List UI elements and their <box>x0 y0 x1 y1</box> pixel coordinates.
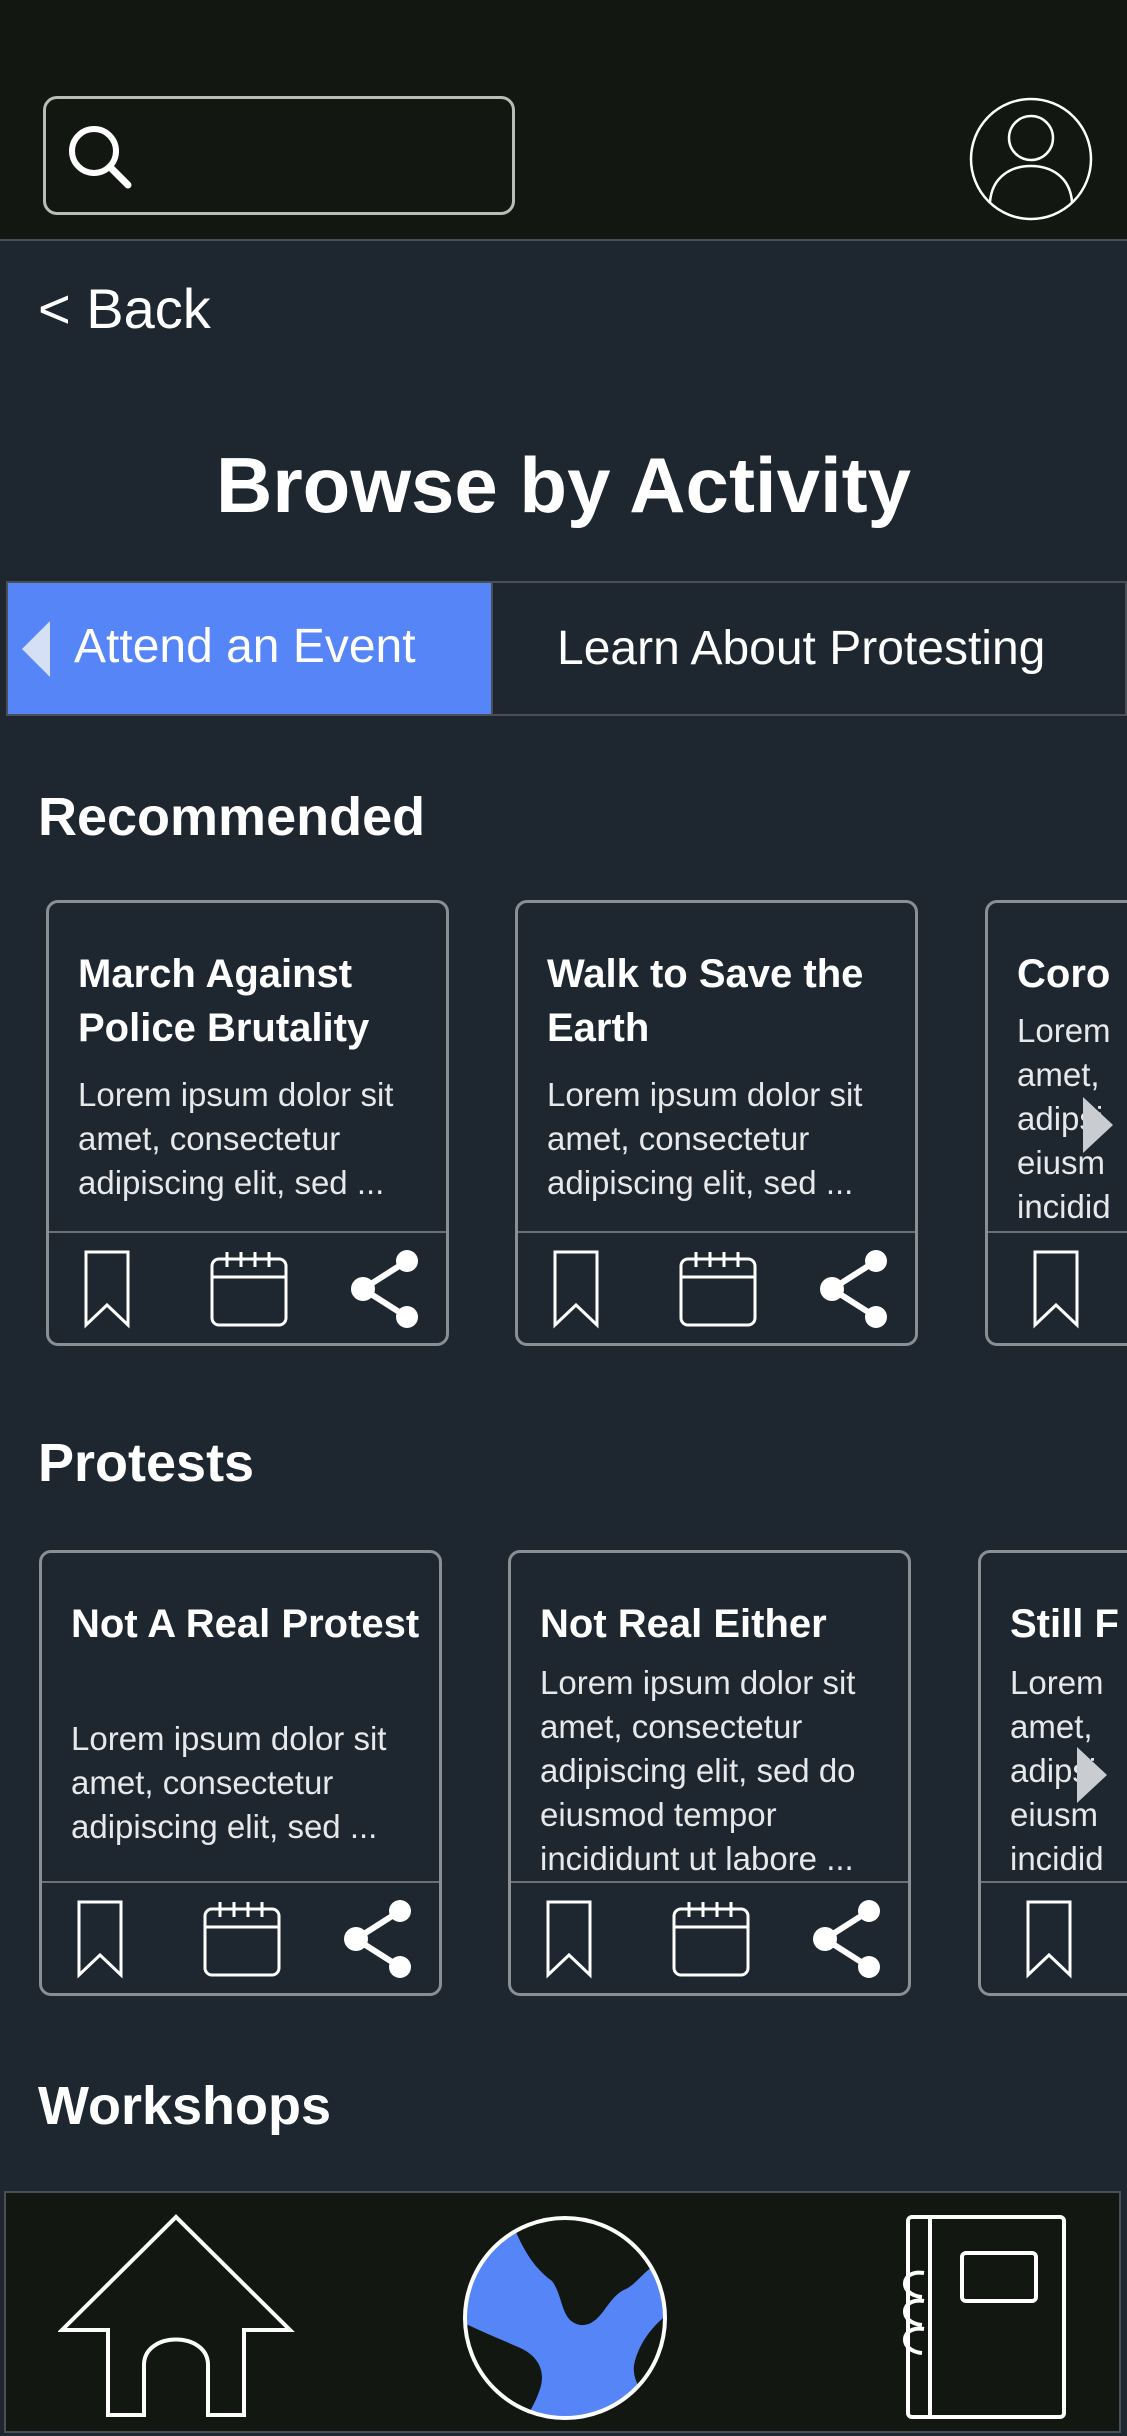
tab-learn-protesting[interactable]: Learn About Protesting <box>491 583 1127 714</box>
protest-card[interactable]: Not A Real Protest Lorem ipsum dolor sit… <box>39 1550 442 1996</box>
top-bar <box>0 0 1127 241</box>
section-heading-recommended: Recommended <box>38 787 426 847</box>
recommended-row: March Against Police Brutality Lorem ips… <box>0 900 1127 1352</box>
share-icon[interactable] <box>811 1899 883 1979</box>
card-title: Not A Real Protest <box>71 1602 420 1646</box>
chevron-right-icon[interactable] <box>1083 1097 1113 1153</box>
page-title: Browse by Activity <box>216 441 911 529</box>
activity-tabs: Attend an Event Learn About Protesting <box>6 581 1127 716</box>
card-description: Lorem ipsum dolor sit amet, consectetur … <box>547 1076 863 1201</box>
bookmark-icon[interactable] <box>1025 1899 1073 1979</box>
event-card[interactable]: March Against Police Brutality Lorem ips… <box>46 900 449 1346</box>
bookmark-icon[interactable] <box>545 1899 593 1979</box>
calendar-icon[interactable] <box>202 1899 282 1979</box>
event-card[interactable]: Walk to Save the Earth Lorem ipsum dolor… <box>515 900 918 1346</box>
section-heading-workshops: Workshops <box>38 2076 332 2136</box>
tab-label: Learn About Protesting <box>557 622 1046 675</box>
card-title: March Against Police Brutality <box>78 952 370 1050</box>
card-description: Lorem ipsum dolor sit amet, consectetur … <box>540 1664 856 1877</box>
protest-card[interactable]: Not Real Either Lorem ipsum dolor sit am… <box>508 1550 911 1996</box>
tab-label: Attend an Event <box>74 620 416 673</box>
card-actions <box>511 1881 908 1993</box>
card-title: Not Real Either <box>540 1602 827 1646</box>
search-input[interactable] <box>146 119 496 195</box>
search-icon <box>69 126 132 189</box>
back-link[interactable]: < Back <box>38 276 211 341</box>
share-icon[interactable] <box>818 1249 890 1329</box>
user-profile-icon[interactable] <box>968 96 1094 222</box>
bookmark-icon[interactable] <box>552 1249 600 1329</box>
calendar-icon[interactable] <box>678 1249 758 1329</box>
card-actions <box>518 1231 915 1343</box>
card-actions <box>981 1881 1127 1993</box>
notebook-icon[interactable] <box>882 2213 1070 2421</box>
chevron-right-icon[interactable] <box>1077 1747 1107 1803</box>
chevron-left-icon[interactable] <box>22 621 50 677</box>
card-description: Lorem ipsum dolor sit amet, consectetur … <box>78 1076 394 1201</box>
card-title: Coro <box>1017 952 1111 996</box>
bottom-nav <box>4 2191 1121 2433</box>
bookmark-icon[interactable] <box>1032 1249 1080 1329</box>
card-actions <box>42 1881 439 1993</box>
card-title: Still F <box>1010 1602 1119 1646</box>
search-box[interactable] <box>43 96 515 215</box>
home-icon[interactable] <box>58 2213 298 2419</box>
share-icon[interactable] <box>342 1899 414 1979</box>
card-actions <box>49 1231 446 1343</box>
protests-row: Not A Real Protest Lorem ipsum dolor sit… <box>0 1550 1127 2002</box>
globe-icon[interactable] <box>460 2213 670 2423</box>
bookmark-icon[interactable] <box>76 1899 124 1979</box>
card-description: Lorem ipsum dolor sit amet, consectetur … <box>71 1720 387 1845</box>
card-actions <box>988 1231 1127 1343</box>
share-icon[interactable] <box>349 1249 421 1329</box>
tab-attend-event[interactable]: Attend an Event <box>8 583 491 714</box>
bookmark-icon[interactable] <box>83 1249 131 1329</box>
section-heading-protests: Protests <box>38 1433 255 1493</box>
calendar-icon[interactable] <box>209 1249 289 1329</box>
calendar-icon[interactable] <box>671 1899 751 1979</box>
card-title: Walk to Save the Earth <box>547 952 864 1050</box>
